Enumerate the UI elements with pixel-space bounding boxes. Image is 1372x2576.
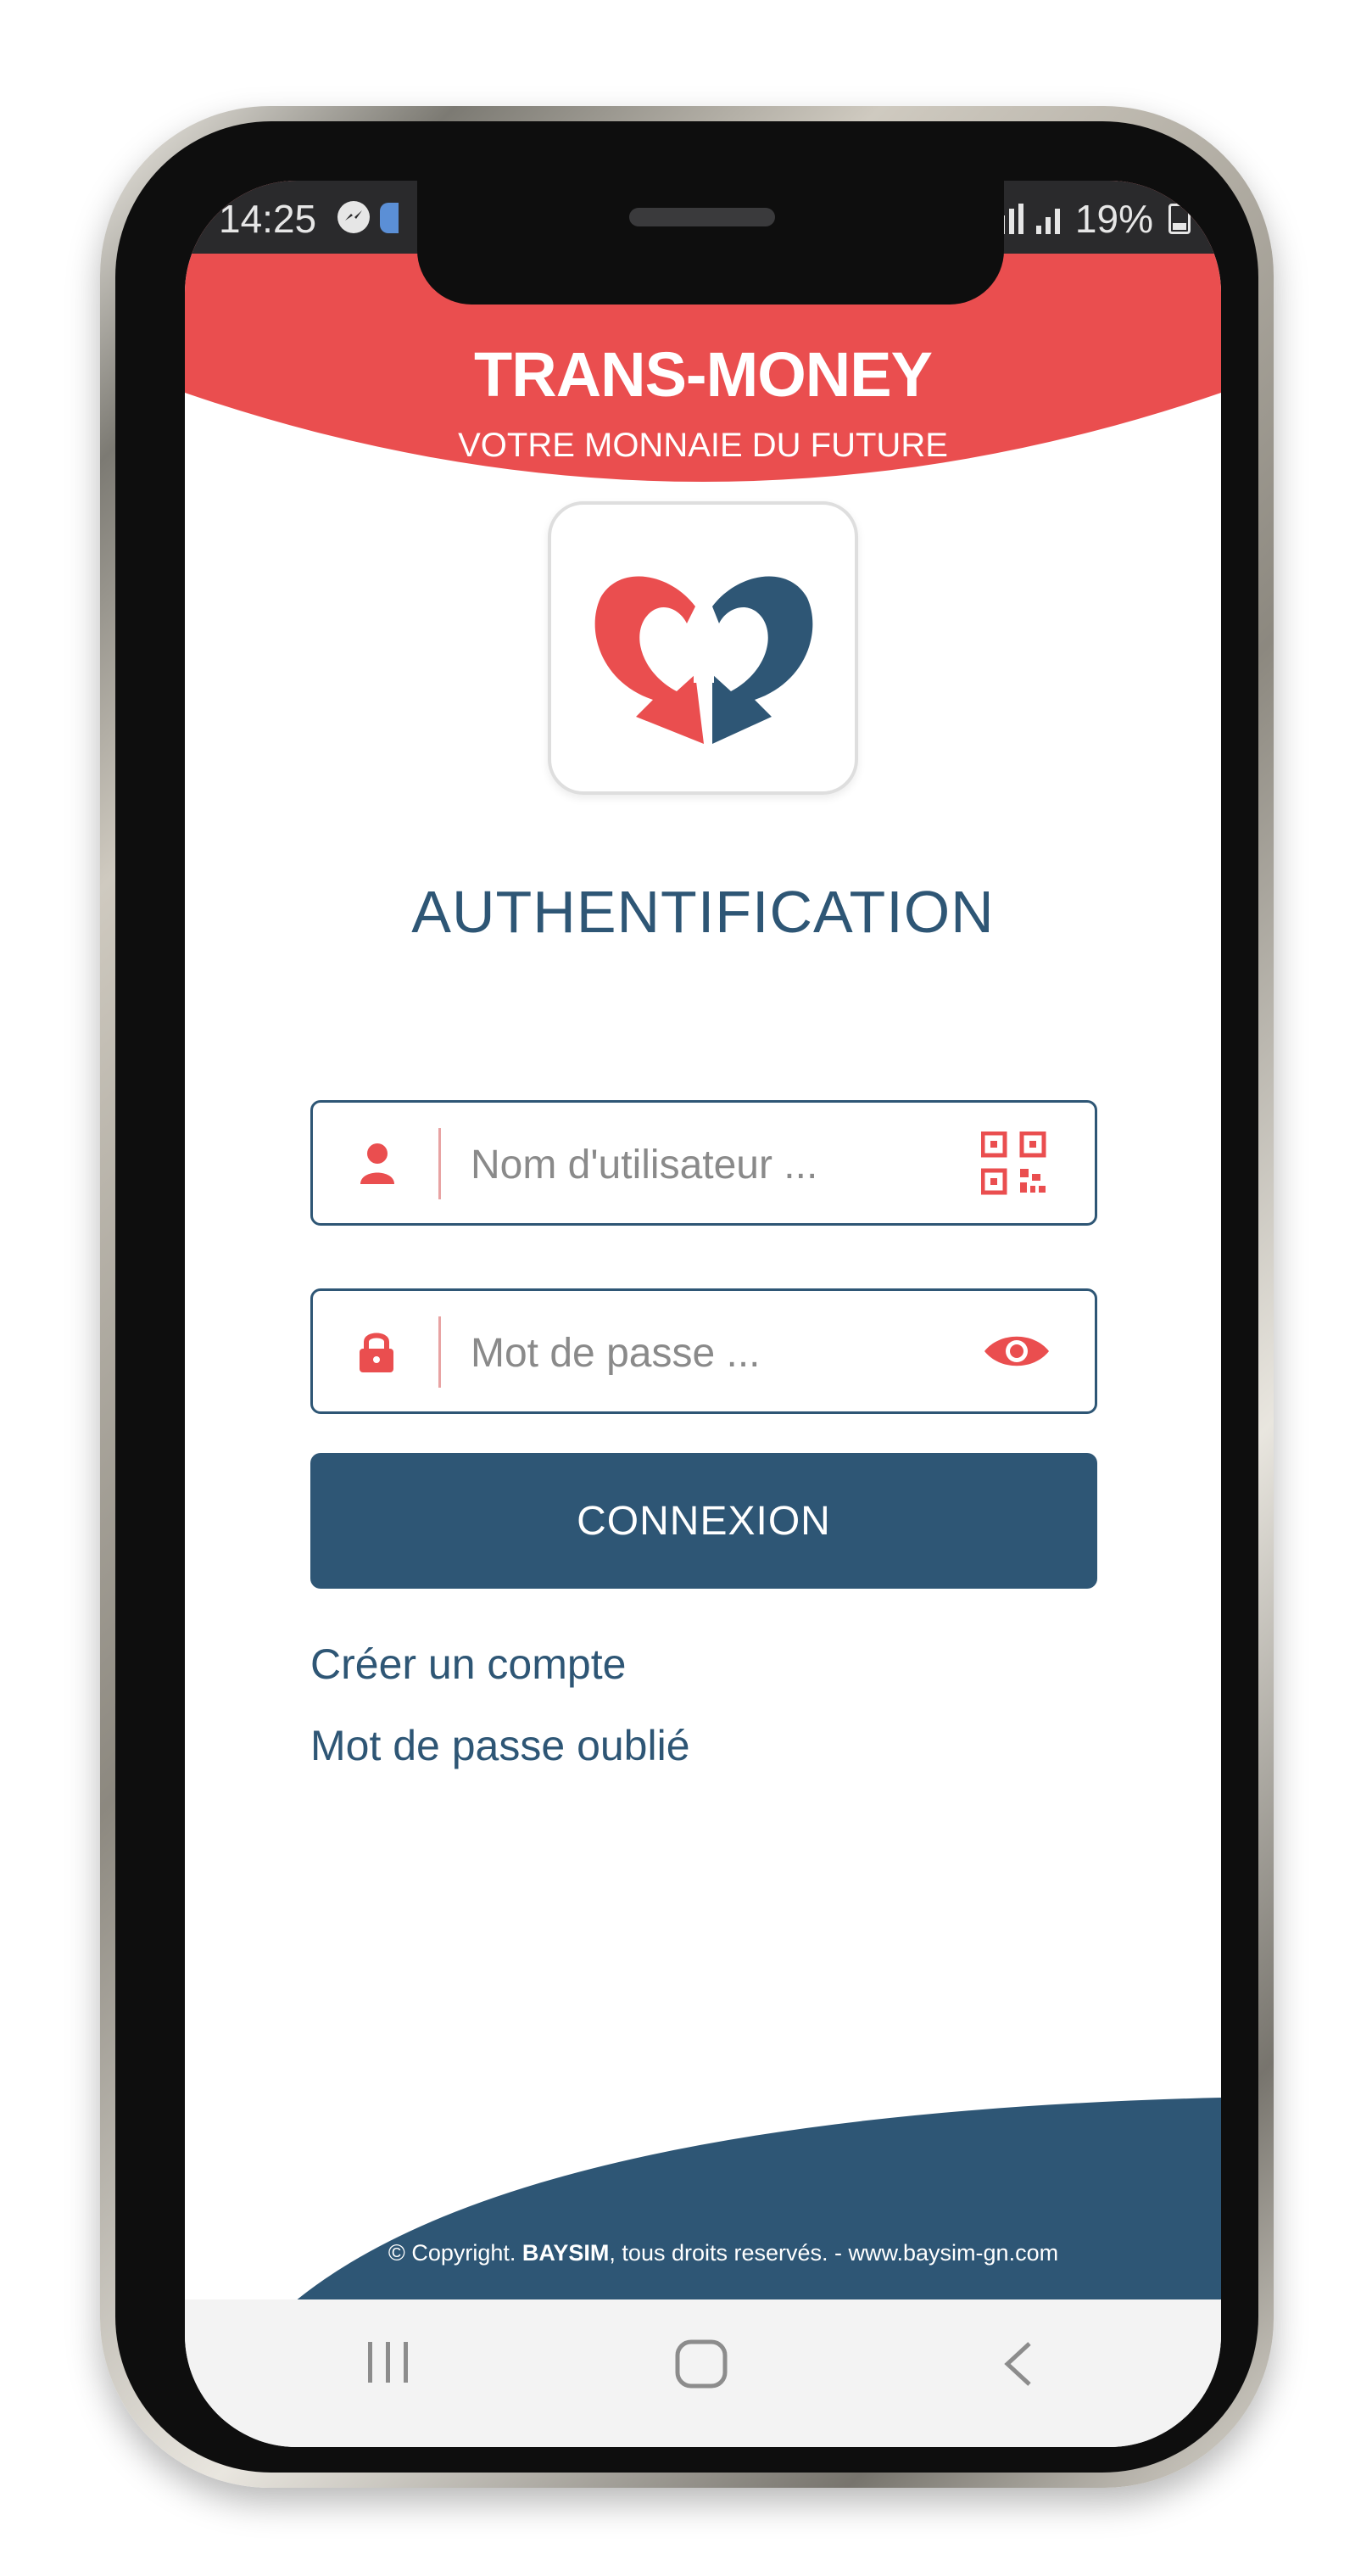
status-right: 19%	[990, 196, 1191, 242]
app-logo	[548, 501, 858, 795]
battery-icon	[1168, 204, 1191, 234]
user-icon	[357, 1142, 398, 1190]
field-divider	[438, 1128, 441, 1199]
password-field[interactable]	[310, 1288, 1097, 1414]
navigation-bar	[185, 2299, 1221, 2447]
copyright-text: © Copyright. BAYSIM, tous droits reservé…	[185, 2240, 1221, 2266]
eye-icon[interactable]	[983, 1332, 1051, 1375]
app-screen: 14:25 19% TRANS-MONEY VOTRE MONNAIE DU F	[185, 181, 1221, 2447]
connexion-button[interactable]: CONNEXION	[310, 1453, 1097, 1589]
camera-notch	[417, 181, 1004, 305]
notification-icon	[380, 203, 399, 233]
username-field[interactable]	[310, 1100, 1097, 1226]
battery-percent: 19%	[1074, 197, 1153, 241]
app-subtitle: VOTRE MONNAIE DU FUTURE	[458, 427, 948, 464]
copyright-prefix: © Copyright.	[388, 2240, 516, 2266]
qr-code-icon[interactable]	[980, 1131, 1047, 1200]
phone-frame: 14:25 19% TRANS-MONEY VOTRE MONNAIE DU F	[100, 106, 1274, 2488]
phone-bezel: 14:25 19% TRANS-MONEY VOTRE MONNAIE DU F	[115, 121, 1258, 2473]
lock-icon	[357, 1330, 396, 1378]
auth-heading: AUTHENTIFICATION	[411, 879, 995, 945]
username-input[interactable]	[469, 1133, 947, 1196]
password-input[interactable]	[469, 1322, 947, 1384]
home-icon[interactable]	[673, 2339, 729, 2394]
app-title: TRANS-MONEY	[474, 339, 933, 410]
copyright-brand: BAYSIM	[521, 2240, 610, 2266]
logo-heart-arrows-icon	[594, 576, 813, 744]
speaker-grille	[629, 208, 775, 226]
status-time: 14:25	[219, 197, 317, 241]
field-divider	[438, 1316, 441, 1388]
forgot-password-link[interactable]: Mot de passe oublié	[310, 1721, 690, 1770]
back-icon[interactable]	[999, 2339, 1036, 2394]
recents-icon[interactable]	[363, 2339, 414, 2390]
footer-background	[295, 2098, 1221, 2301]
copyright-suffix: , tous droits reservés. - www.baysim-gn.…	[609, 2240, 1059, 2266]
create-account-link[interactable]: Créer un compte	[310, 1640, 626, 1689]
messenger-icon	[337, 201, 370, 233]
